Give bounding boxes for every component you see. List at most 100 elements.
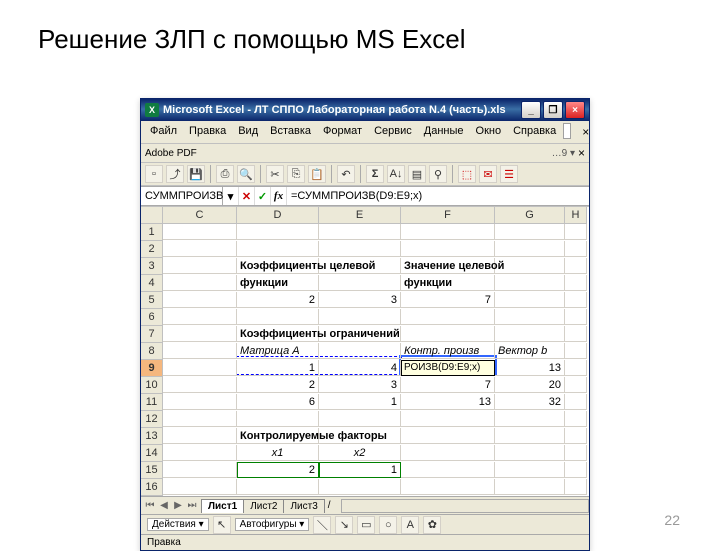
sheet-tab-1[interactable]: Лист1 bbox=[201, 499, 244, 513]
cell[interactable] bbox=[495, 326, 565, 342]
cell[interactable] bbox=[565, 241, 587, 257]
cell[interactable] bbox=[319, 428, 401, 444]
tab-nav-next-icon[interactable]: ▶ bbox=[171, 500, 185, 511]
save-icon[interactable]: 💾 bbox=[187, 165, 205, 183]
oval-icon[interactable]: ○ bbox=[379, 516, 397, 534]
row-header-1[interactable]: 1 bbox=[141, 224, 163, 241]
new-icon[interactable]: ▫ bbox=[145, 165, 163, 183]
row-header-12[interactable]: 12 bbox=[141, 411, 163, 428]
cell[interactable] bbox=[401, 224, 495, 240]
cell[interactable] bbox=[237, 411, 319, 427]
formula-bar[interactable]: =СУММПРОИЗВ(D9:E9;x) bbox=[287, 187, 589, 205]
menu-help[interactable]: Справка bbox=[508, 123, 561, 141]
cell[interactable]: Коэффициенты целевой bbox=[237, 258, 319, 274]
rect-icon[interactable]: ▭ bbox=[357, 516, 375, 534]
cell[interactable] bbox=[163, 224, 237, 240]
cell[interactable] bbox=[319, 275, 401, 291]
cell[interactable] bbox=[163, 479, 237, 495]
cell[interactable]: 1 bbox=[319, 462, 401, 478]
copy-icon[interactable]: ⎘ bbox=[287, 165, 305, 183]
tab-nav-last-icon[interactable]: ⏭ bbox=[185, 500, 199, 511]
row-header-15[interactable]: 15 bbox=[141, 462, 163, 479]
cell[interactable] bbox=[495, 445, 565, 461]
menu-file[interactable]: Файл bbox=[145, 123, 182, 141]
row-header-16[interactable]: 16 bbox=[141, 479, 163, 496]
zoom-icon[interactable]: ⚲ bbox=[429, 165, 447, 183]
chart-icon[interactable]: ▤ bbox=[408, 165, 426, 183]
namebox-dropdown-icon[interactable]: ▾ bbox=[223, 187, 239, 205]
row-header-4[interactable]: 4 bbox=[141, 275, 163, 292]
cell[interactable] bbox=[495, 462, 565, 478]
col-header-F[interactable]: F bbox=[401, 207, 495, 224]
formula-enter-icon[interactable]: ✓ bbox=[255, 187, 271, 205]
cell[interactable] bbox=[565, 394, 587, 410]
titlebar[interactable]: X Microsoft Excel - ЛТ СППО Лабораторная… bbox=[141, 99, 589, 121]
cell[interactable] bbox=[237, 241, 319, 257]
cell[interactable] bbox=[237, 479, 319, 495]
cell[interactable] bbox=[163, 326, 237, 342]
pdf-icon[interactable]: ⬚ bbox=[458, 165, 476, 183]
row-header-10[interactable]: 10 bbox=[141, 377, 163, 394]
cell[interactable]: 13 bbox=[495, 360, 565, 376]
cell[interactable] bbox=[163, 309, 237, 325]
arrow-icon[interactable]: ↘ bbox=[335, 516, 353, 534]
cell[interactable]: 2 bbox=[237, 292, 319, 308]
cell[interactable] bbox=[163, 360, 237, 376]
doc-close-icon[interactable]: × bbox=[578, 146, 585, 160]
row-header-13[interactable]: 13 bbox=[141, 428, 163, 445]
menubar[interactable]: Файл Правка Вид Вставка Формат Сервис Да… bbox=[141, 121, 589, 144]
cell[interactable]: 3 bbox=[319, 292, 401, 308]
cell[interactable]: x1 bbox=[237, 445, 319, 461]
cell[interactable] bbox=[319, 326, 401, 342]
print-icon[interactable]: ⎙ bbox=[216, 165, 234, 183]
cell[interactable] bbox=[163, 343, 237, 359]
col-header-G[interactable]: G bbox=[495, 207, 565, 224]
cell[interactable] bbox=[565, 224, 587, 240]
cell[interactable] bbox=[401, 479, 495, 495]
col-header-C[interactable]: C bbox=[163, 207, 237, 224]
menu-format[interactable]: Формат bbox=[318, 123, 367, 141]
sheet-tab-2[interactable]: Лист2 bbox=[243, 499, 284, 513]
cell[interactable] bbox=[565, 445, 587, 461]
cell[interactable] bbox=[401, 309, 495, 325]
cell[interactable]: функции bbox=[237, 275, 319, 291]
tab-nav-first-icon[interactable]: ⏮ bbox=[143, 500, 157, 511]
menu-window[interactable]: Окно bbox=[471, 123, 507, 141]
cell[interactable] bbox=[163, 275, 237, 291]
cell[interactable]: 3 bbox=[319, 377, 401, 393]
minimize-button[interactable]: _ bbox=[521, 101, 541, 119]
cell[interactable] bbox=[495, 411, 565, 427]
cell[interactable] bbox=[163, 394, 237, 410]
cell[interactable] bbox=[319, 343, 401, 359]
cell[interactable]: 2 bbox=[237, 377, 319, 393]
cell[interactable]: Значение целевой bbox=[401, 258, 495, 274]
adobe-pdf-label[interactable]: Adobe PDF bbox=[145, 148, 197, 159]
cell[interactable]: Вектор b bbox=[495, 343, 565, 359]
cell[interactable] bbox=[565, 462, 587, 478]
cell[interactable] bbox=[163, 445, 237, 461]
cell[interactable] bbox=[319, 241, 401, 257]
drawing-actions-menu[interactable]: Действия ▾ bbox=[147, 518, 209, 531]
horizontal-scrollbar[interactable] bbox=[341, 499, 589, 513]
cell[interactable] bbox=[495, 241, 565, 257]
cell[interactable]: 7 bbox=[401, 292, 495, 308]
line-icon[interactable]: ＼ bbox=[313, 516, 331, 534]
cell[interactable] bbox=[495, 224, 565, 240]
cell[interactable] bbox=[565, 275, 587, 291]
cell[interactable] bbox=[565, 479, 587, 495]
row-header-11[interactable]: 11 bbox=[141, 394, 163, 411]
cell[interactable] bbox=[495, 292, 565, 308]
close-button[interactable]: × bbox=[565, 101, 585, 119]
cell[interactable]: 1 bbox=[319, 394, 401, 410]
cell[interactable] bbox=[495, 275, 565, 291]
cell[interactable]: Контр. произв bbox=[401, 343, 495, 359]
cell[interactable]: Матрица А bbox=[237, 343, 319, 359]
select-all-corner[interactable] bbox=[141, 207, 163, 224]
cell[interactable]: РОИЗВ(D9:E9;x) bbox=[401, 360, 495, 376]
restore-button[interactable]: ❐ bbox=[543, 101, 563, 119]
cell[interactable]: 6 bbox=[237, 394, 319, 410]
cell[interactable]: 1 bbox=[237, 360, 319, 376]
menu-tools[interactable]: Сервис bbox=[369, 123, 417, 141]
cell[interactable] bbox=[237, 309, 319, 325]
cell[interactable] bbox=[319, 309, 401, 325]
